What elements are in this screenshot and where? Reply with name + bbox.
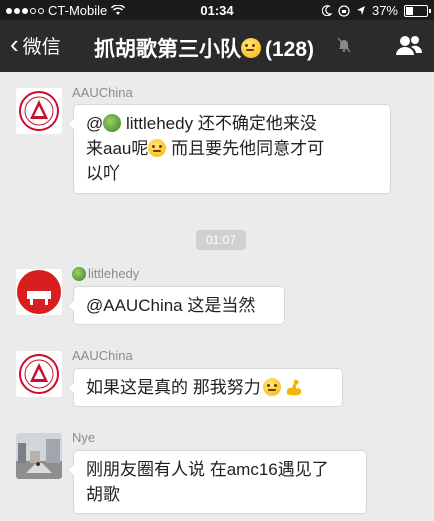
sender-row: littlehedy xyxy=(72,266,139,281)
message-text: 还不确定他来没 xyxy=(193,114,317,133)
blush-face-icon xyxy=(262,378,281,396)
mention-name: littlehedy xyxy=(126,114,194,133)
message-bubble[interactable]: 如果这是真的 那我努力 xyxy=(67,368,343,407)
message-bubble[interactable]: @AAUChina 这是当然 xyxy=(67,286,285,325)
mute-icon xyxy=(337,37,351,53)
plant-avatar-icon xyxy=(72,266,86,281)
location-arrow-icon xyxy=(356,6,365,15)
chevron-left-icon: ‹ xyxy=(10,29,19,59)
people-icon[interactable] xyxy=(396,34,422,56)
chat-title: 抓胡歌第三小队 (128) xyxy=(94,33,314,63)
red-avatar-icon[interactable] xyxy=(16,269,62,315)
moon-icon xyxy=(321,5,332,16)
message-line: 来aau呢 而且要先他同意才可 xyxy=(86,136,378,161)
flushed-face-icon xyxy=(241,38,261,58)
battery-icon xyxy=(404,4,431,17)
aau-logo-icon[interactable] xyxy=(16,88,62,134)
plant-avatar-icon xyxy=(103,114,122,132)
sender-name: AAUChina xyxy=(72,85,133,100)
flexed-biceps-icon xyxy=(286,379,301,396)
message-bubble[interactable]: 刚朋友圈有人说 在amc16遇见了 胡歌 xyxy=(67,450,367,514)
time-divider: 01:07 xyxy=(196,230,246,250)
status-right: 37% xyxy=(321,3,431,18)
group-name: 抓胡歌第三小队 xyxy=(94,38,241,61)
rotation-lock-icon xyxy=(338,4,350,17)
message-text: 来aau呢 xyxy=(86,139,149,158)
blush-face-icon xyxy=(148,139,167,157)
message-line: 以吖 xyxy=(86,164,120,183)
member-count: (128) xyxy=(265,38,315,61)
message-text: @AAUChina 这是当然 xyxy=(86,296,256,315)
message-list[interactable]: AAUChina @ littlehedy 还不确定他来没 来aau呢 而且要先… xyxy=(0,72,434,521)
message-bubble[interactable]: @ littlehedy 还不确定他来没 来aau呢 而且要先他同意才可 以吖 xyxy=(67,104,391,194)
sender-name: Nye xyxy=(72,430,96,445)
sender-name: AAUChina xyxy=(72,348,133,363)
message-text: 而且要先他同意才可 xyxy=(166,139,325,158)
mention-at: @ xyxy=(86,114,104,133)
aau-logo-icon[interactable] xyxy=(16,351,62,397)
status-bar: CT-Mobile 01:34 37% xyxy=(0,0,434,20)
message-text: 如果这是真的 那我努力 xyxy=(86,378,261,397)
message-line: 刚朋友圈有人说 在amc16遇见了 xyxy=(86,460,329,479)
message-line: 胡歌 xyxy=(86,485,120,504)
back-label: 微信 xyxy=(22,37,61,58)
message-line: @ littlehedy 还不确定他来没 xyxy=(86,111,378,136)
battery-percent: 37% xyxy=(371,3,398,18)
chat-header: ‹ 微信 抓胡歌第三小队 (128) xyxy=(0,20,434,72)
back-button[interactable]: ‹ 微信 xyxy=(10,29,61,59)
sender-name: littlehedy xyxy=(88,266,140,281)
street-photo-avatar-icon[interactable] xyxy=(16,433,62,479)
